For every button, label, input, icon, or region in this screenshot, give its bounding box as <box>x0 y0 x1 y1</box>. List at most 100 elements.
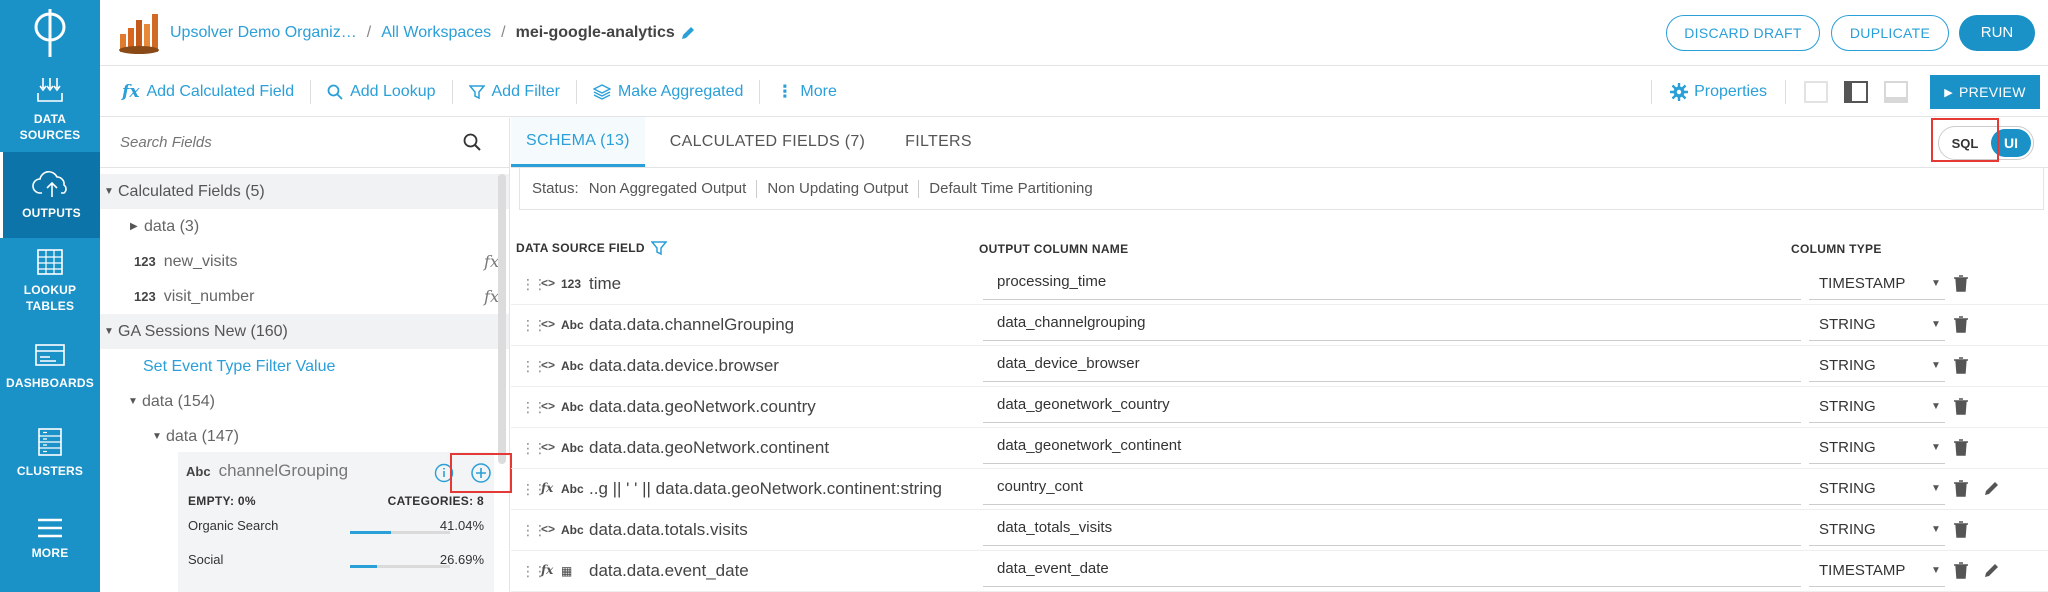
run-button[interactable]: RUN <box>1959 14 2035 51</box>
breadcrumb-org[interactable]: Upsolver Demo Organiz… <box>170 24 357 42</box>
pencil-icon[interactable] <box>1983 561 2001 579</box>
category-row: Organic Search 41.04% <box>178 508 494 542</box>
code-icon: <> <box>541 317 556 331</box>
chevron-down-icon[interactable]: ▼ <box>1931 319 1941 330</box>
trash-icon[interactable] <box>1953 479 1969 497</box>
chevron-down-icon[interactable]: ▼ <box>1931 360 1941 371</box>
fullscreen-icon[interactable] <box>1804 81 1828 103</box>
trash-icon[interactable] <box>1953 315 1969 333</box>
ga-sessions-group[interactable]: ▼ GA Sessions New (160) <box>100 314 509 349</box>
upsolver-logo[interactable] <box>0 0 100 66</box>
nav-data-sources[interactable]: DATA SOURCES <box>0 66 100 152</box>
trash-icon[interactable] <box>1953 274 1969 292</box>
field-visit-number[interactable]: 123 visit_number fx <box>100 279 509 314</box>
category-row: Social 26.69% <box>178 542 494 576</box>
column-type-select[interactable]: TIMESTAMP <box>1809 557 1945 587</box>
tree-node-data[interactable]: ▼ data (154) <box>100 384 509 419</box>
tab-filters[interactable]: FILTERS <box>890 117 987 167</box>
main-panel: SCHEMA (13) CALCULATED FIELDS (7) FILTER… <box>511 117 2048 592</box>
bottom-panel-icon[interactable] <box>1884 81 1908 103</box>
chevron-down-icon[interactable]: ▼ <box>1931 401 1941 412</box>
nav-lookup-tables[interactable]: LOOKUP TABLES <box>0 238 100 324</box>
properties-button[interactable]: Properties <box>1651 80 1786 104</box>
tree-node-data[interactable]: ▼ data (147) <box>100 419 509 454</box>
fx-icon: fx <box>541 563 554 577</box>
trash-icon[interactable] <box>1953 356 1969 374</box>
highlight-box <box>450 453 512 493</box>
output-column-input[interactable]: data_channelgrouping <box>983 311 1801 341</box>
column-type-select[interactable]: STRING <box>1809 393 1945 423</box>
tab-schema[interactable]: SCHEMA (13) <box>511 117 645 167</box>
output-column-input[interactable]: country_cont <box>983 475 1801 505</box>
chevron-down-icon[interactable]: ▼ <box>1931 278 1941 289</box>
gear-icon <box>1670 83 1689 101</box>
chevron-down-icon[interactable]: ▼ <box>1931 565 1941 576</box>
nav-label: TABLES <box>25 299 75 313</box>
breadcrumb-current: mei-google-analytics <box>515 23 675 41</box>
trash-icon[interactable] <box>1953 438 1969 456</box>
discard-draft-button[interactable]: DISCARD DRAFT <box>1666 14 1820 51</box>
nav-clusters[interactable]: CLUSTERS <box>0 410 100 496</box>
fields-panel: ▼ Calculated Fields (5) ▶ data (3) 123 n… <box>100 118 512 592</box>
more-label: More <box>800 82 837 100</box>
column-type-select[interactable]: STRING <box>1809 434 1945 464</box>
more-button[interactable]: ⋮ More <box>759 79 852 104</box>
scrollbar[interactable] <box>498 174 506 464</box>
trash-icon[interactable] <box>1953 397 1969 415</box>
output-column-input[interactable]: data_totals_visits <box>983 516 1801 546</box>
search-icon[interactable] <box>463 133 481 151</box>
output-column-input[interactable]: data_device_browser <box>983 352 1801 382</box>
duplicate-button[interactable]: DUPLICATE <box>1831 14 1949 51</box>
category-bar-fill <box>350 531 392 534</box>
pencil-icon[interactable] <box>679 24 697 42</box>
add-filter-button[interactable]: Add Filter <box>451 79 576 104</box>
properties-label: Properties <box>1694 83 1767 100</box>
nav-label: LOOKUP <box>23 283 77 297</box>
column-type-select[interactable]: TIMESTAMP <box>1809 270 1945 300</box>
schema-row: ⋮⋮ <> Abc data.data.geoNetwork.country data_… <box>511 387 2048 428</box>
preview-button[interactable]: ▶ PREVIEW <box>1930 75 2040 109</box>
column-type-select[interactable]: STRING <box>1809 352 1945 382</box>
field-type-icon: Abc <box>561 441 584 455</box>
output-column-input[interactable]: data_event_date <box>983 557 1801 587</box>
make-aggregated-button[interactable]: Make Aggregated <box>575 79 759 104</box>
add-lookup-button[interactable]: Add Lookup <box>310 79 451 104</box>
schema-row: ⋮⋮ <> Abc data.data.channelGrouping data_cha… <box>511 305 2048 346</box>
empty-stat: EMPTY: 0% <box>188 494 256 508</box>
source-field: data.data.event_date <box>589 561 749 580</box>
trash-icon[interactable] <box>1953 561 1969 579</box>
calculated-fields-group[interactable]: ▼ Calculated Fields (5) <box>100 174 509 209</box>
chevron-down-icon[interactable]: ▼ <box>1931 524 1941 535</box>
tree-node-data[interactable]: ▶ data (3) <box>100 209 509 244</box>
output-column-input[interactable]: processing_time <box>983 270 1801 300</box>
output-column-input[interactable]: data_geonetwork_continent <box>983 434 1801 464</box>
trash-icon[interactable] <box>1953 520 1969 538</box>
split-view-icon[interactable] <box>1844 81 1868 103</box>
category-label: Social <box>188 551 224 567</box>
fx-icon: fx <box>484 287 499 306</box>
nav-more[interactable]: MORE <box>0 496 100 582</box>
search-input[interactable] <box>120 134 460 151</box>
chevron-down-icon[interactable]: ▼ <box>1931 483 1941 494</box>
code-icon: <> <box>541 358 556 372</box>
nav-outputs[interactable]: OUTPUTS <box>0 152 100 238</box>
column-type-select[interactable]: STRING <box>1809 516 1945 546</box>
breadcrumb-workspaces[interactable]: All Workspaces <box>381 24 491 42</box>
set-event-type-filter-link[interactable]: Set Event Type Filter Value <box>100 349 509 384</box>
preview-label: PREVIEW <box>1959 84 2026 100</box>
chevron-down-icon[interactable]: ▼ <box>1931 442 1941 453</box>
pencil-icon[interactable] <box>1983 479 2001 497</box>
output-column-input[interactable]: data_geonetwork_country <box>983 393 1801 423</box>
field-new-visits[interactable]: 123 new_visits fx <box>100 244 509 279</box>
filter-icon[interactable] <box>650 240 667 256</box>
org-logo-icon <box>119 13 159 54</box>
add-calculated-field-button[interactable]: fx Add Calculated Field <box>100 80 310 104</box>
filter-icon <box>468 84 485 99</box>
field-label: visit_number <box>163 287 255 305</box>
source-field: data.data.geoNetwork.country <box>589 397 816 416</box>
nav-dashboards[interactable]: DASHBOARDS <box>0 324 100 410</box>
column-type-select[interactable]: STRING <box>1809 311 1945 341</box>
column-type-select[interactable]: STRING <box>1809 475 1945 505</box>
tab-calculated-fields[interactable]: CALCULATED FIELDS (7) <box>655 117 880 167</box>
add-lookup-label: Add Lookup <box>350 82 436 100</box>
